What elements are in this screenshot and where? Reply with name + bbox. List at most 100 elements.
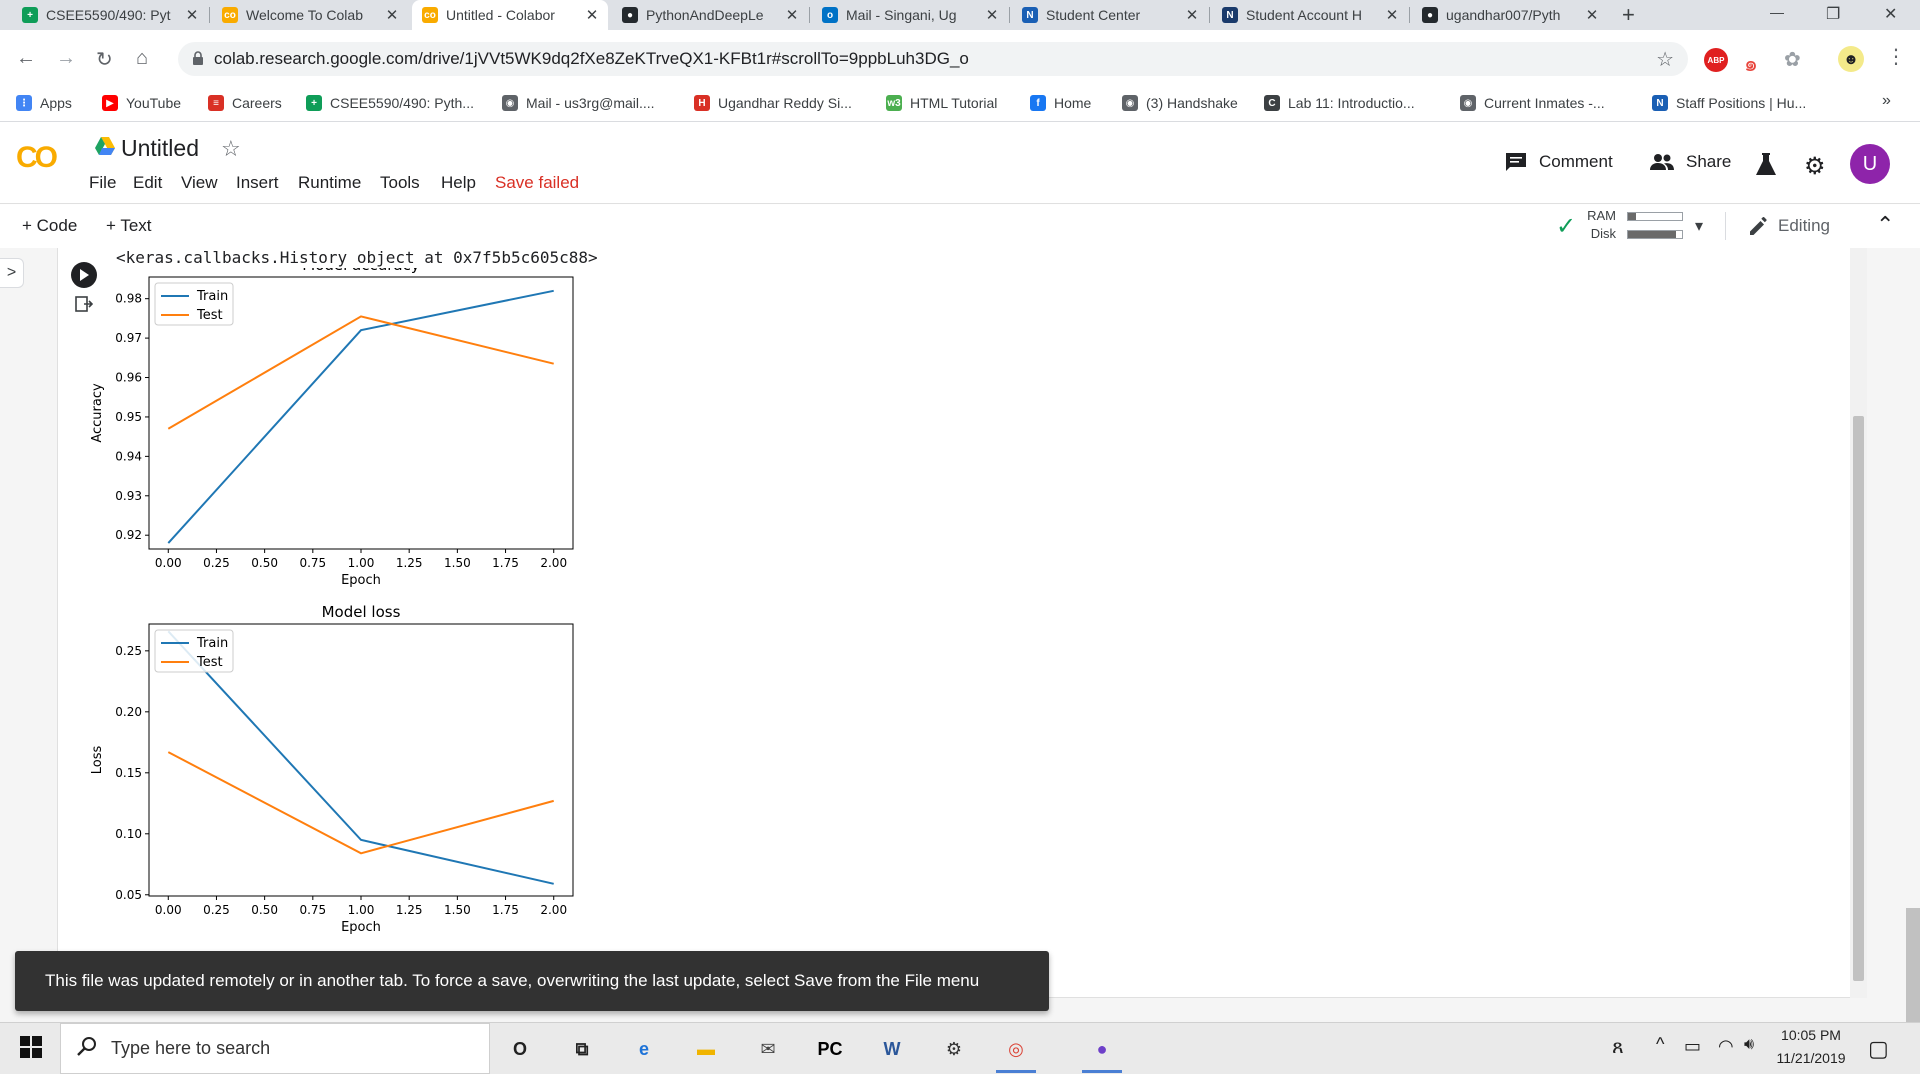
flask-icon[interactable] — [1756, 153, 1776, 180]
editing-mode-button[interactable]: Editing — [1750, 216, 1830, 236]
window-minimize-button[interactable]: — — [1770, 4, 1784, 20]
collapse-header-icon[interactable]: ⌃ — [1876, 212, 1894, 238]
bookmark-item[interactable]: ≡ Careers — [208, 86, 282, 120]
extension-gear-icon[interactable]: ✿ — [1784, 47, 1801, 72]
clock-time[interactable]: 10:05 PM — [1776, 1027, 1846, 1043]
star-icon[interactable]: ☆ — [221, 136, 241, 162]
bookmark-item[interactable]: ◉ Mail - us3rg@mail.... — [502, 86, 655, 120]
ram-label: RAM — [1587, 208, 1616, 223]
save-failed-status[interactable]: Save failed — [495, 173, 579, 193]
bookmark-item[interactable]: ▶ YouTube — [102, 86, 181, 120]
tab-close-icon[interactable]: ✕ — [382, 6, 402, 24]
notification-center-icon[interactable]: ▢ — [1868, 1036, 1889, 1062]
taskbar-cortana-icon[interactable]: O — [504, 1033, 536, 1065]
bookmark-item[interactable]: N Staff Positions | Hu... — [1652, 86, 1806, 120]
menu-edit[interactable]: Edit — [133, 173, 162, 193]
browser-tab[interactable]: N Student Center ✕ — [1012, 0, 1208, 30]
battery-icon[interactable]: ▭ — [1684, 1036, 1701, 1057]
browser-tab[interactable]: N Student Account H ✕ — [1212, 0, 1408, 30]
tab-close-icon[interactable]: ✕ — [1182, 6, 1202, 24]
menu-help[interactable]: Help — [441, 173, 476, 193]
resource-monitor[interactable]: RAM Disk — [1584, 208, 1684, 244]
tab-favicon-icon: N — [1222, 7, 1238, 23]
page-scrollbar-thumb[interactable] — [1906, 908, 1920, 1022]
tab-close-icon[interactable]: ✕ — [182, 6, 202, 24]
forward-icon[interactable]: → — [56, 47, 76, 70]
taskbar-explorer-icon[interactable]: ▬ — [690, 1033, 722, 1065]
menu-view[interactable]: View — [181, 173, 218, 193]
taskbar-task-view-icon[interactable]: ⧉ — [566, 1033, 598, 1065]
tab-close-icon[interactable]: ✕ — [1582, 6, 1602, 24]
bookmark-star-icon[interactable]: ☆ — [1656, 47, 1674, 72]
chrome-menu-icon[interactable]: ⋮ — [1886, 44, 1906, 69]
add-text-button[interactable]: + Text — [106, 216, 152, 236]
code-cell-output[interactable]: <keras.callbacks.History object at 0x7f5… — [57, 248, 1867, 998]
browser-tab[interactable]: co Untitled - Colabor ✕ — [412, 0, 608, 30]
comment-button[interactable]: Comment — [1505, 152, 1613, 172]
taskbar-word-icon[interactable]: W — [876, 1033, 908, 1065]
bookmark-item[interactable]: H Ugandhar Reddy Si... — [694, 86, 852, 120]
settings-gear-icon[interactable]: ⚙ — [1804, 152, 1826, 181]
browser-tab[interactable]: o Mail - Singani, Ug ✕ — [812, 0, 1008, 30]
reload-icon[interactable]: ↻ — [96, 47, 113, 72]
taskbar-mail-icon[interactable]: ✉ — [752, 1033, 784, 1065]
taskbar-pycharm-icon[interactable]: PC — [814, 1033, 846, 1065]
clock-date[interactable]: 11/21/2019 — [1768, 1050, 1854, 1066]
home-icon[interactable]: ⌂ — [136, 47, 148, 70]
taskbar-search-box[interactable]: Type here to search — [60, 1023, 490, 1074]
window-restore-button[interactable]: ❐ — [1826, 4, 1840, 24]
legend-label: Train — [196, 636, 228, 651]
tab-close-icon[interactable]: ✕ — [782, 6, 802, 24]
browser-tab[interactable]: co Welcome To Colab ✕ — [212, 0, 408, 30]
back-icon[interactable]: ← — [16, 47, 36, 70]
volume-icon[interactable]: 🔊︎ — [1744, 1036, 1754, 1054]
colab-logo[interactable]: CO — [16, 141, 58, 175]
y-tick-label: 0.97 — [115, 331, 142, 345]
people-tray-icon[interactable]: ጸ — [1612, 1036, 1624, 1059]
extension-spiral-icon[interactable]: ๑ — [1744, 46, 1758, 81]
tab-title: Mail - Singani, Ug — [846, 7, 957, 23]
menu-file[interactable]: File — [89, 173, 116, 193]
menu-insert[interactable]: Insert — [236, 173, 279, 193]
menu-runtime[interactable]: Runtime — [298, 173, 361, 193]
menu-tools[interactable]: Tools — [380, 173, 420, 193]
address-bar[interactable]: colab.research.google.com/drive/1jVVt5WK… — [178, 42, 1688, 76]
adblock-extension-icon[interactable]: ABP — [1704, 48, 1728, 72]
window-close-button[interactable]: ✕ — [1884, 4, 1897, 24]
bookmark-item[interactable]: ⋮ Apps — [16, 86, 72, 120]
bookmarks-overflow-icon[interactable]: » — [1882, 92, 1891, 110]
taskbar-github-icon[interactable]: ● — [1086, 1033, 1118, 1065]
bookmark-item[interactable]: C Lab 11: Introductio... — [1264, 86, 1415, 120]
windows-start-icon[interactable] — [20, 1036, 42, 1063]
tray-chevron-icon[interactable]: ^ — [1656, 1034, 1664, 1055]
tab-close-icon[interactable]: ✕ — [1382, 6, 1402, 24]
tab-close-icon[interactable]: ✕ — [982, 6, 1002, 24]
user-avatar[interactable]: U — [1850, 144, 1890, 184]
share-button[interactable]: Share — [1650, 152, 1731, 172]
tab-separator — [1009, 7, 1010, 23]
legend-label: Test — [196, 308, 223, 323]
browser-tab[interactable]: ● ugandhar007/Pyth ✕ — [1412, 0, 1608, 30]
taskbar-edge-icon[interactable]: e — [628, 1033, 660, 1065]
wifi-icon[interactable]: ◠ — [1718, 1036, 1734, 1057]
bookmark-item[interactable]: f Home — [1030, 86, 1091, 120]
x-tick-label: 0.25 — [203, 903, 230, 917]
taskbar-chrome-icon[interactable]: ◎ — [1000, 1033, 1032, 1065]
bookmark-item[interactable]: + CSEE5590/490: Pyth... — [306, 86, 474, 120]
bookmark-item[interactable]: w3 HTML Tutorial — [886, 86, 997, 120]
browser-tab[interactable]: ● PythonAndDeepLe ✕ — [612, 0, 808, 30]
notebook-scrollbar-thumb[interactable] — [1853, 416, 1864, 981]
profile-icon[interactable]: ☻ — [1838, 46, 1864, 72]
new-tab-button[interactable]: + — [1622, 2, 1635, 28]
resource-dropdown-icon[interactable]: ▾ — [1695, 216, 1703, 236]
bookmark-item[interactable]: ◉ Current Inmates -... — [1460, 86, 1605, 120]
bookmark-item[interactable]: ◉ (3) Handshake — [1122, 86, 1238, 120]
browser-tab[interactable]: + CSEE5590/490: Pyt ✕ — [12, 0, 208, 30]
tab-close-icon[interactable]: ✕ — [582, 6, 602, 24]
sidebar-toggle-icon[interactable]: > — [0, 258, 24, 288]
add-code-button[interactable]: + Code — [22, 216, 77, 236]
taskbar-settings-icon[interactable]: ⚙ — [938, 1033, 970, 1065]
notebook-area[interactable]: > <keras.callbacks.History object at 0x7… — [0, 248, 1920, 1022]
notebook-title[interactable]: Untitled — [121, 135, 199, 162]
notebook-scrollbar[interactable] — [1850, 248, 1867, 998]
